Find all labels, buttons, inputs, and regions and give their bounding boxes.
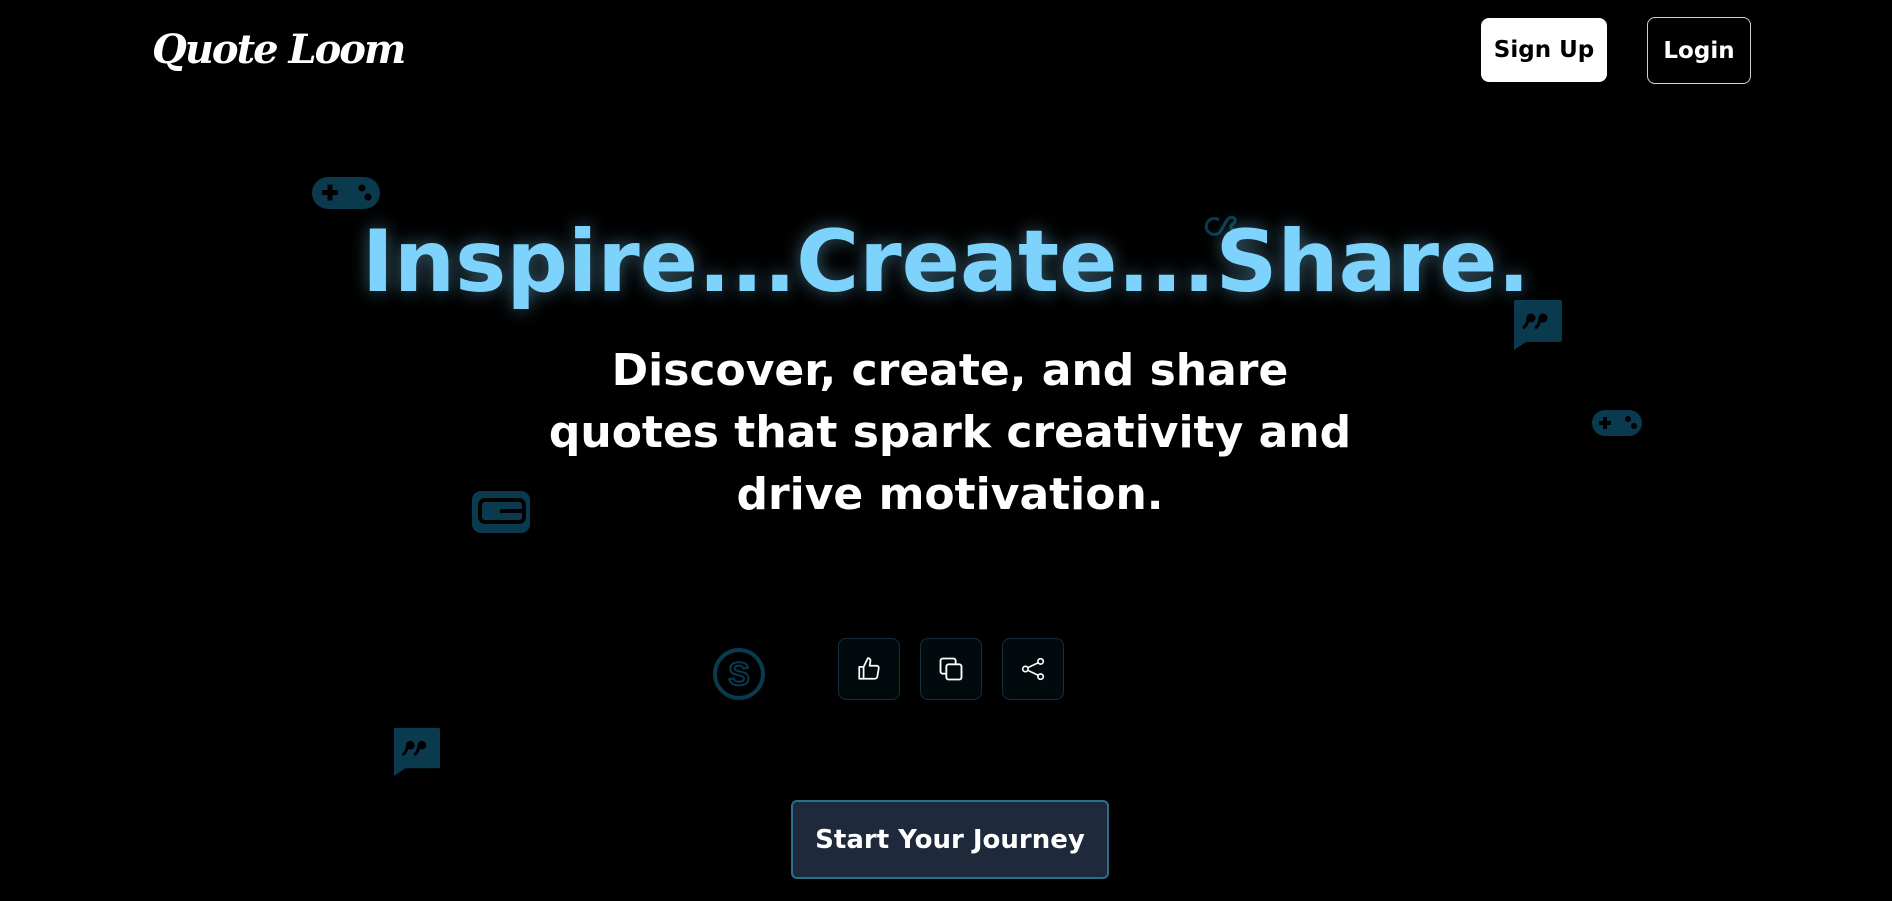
like-button[interactable] bbox=[838, 638, 900, 700]
gamepad-icon bbox=[1592, 410, 1642, 436]
svg-text:S: S bbox=[728, 656, 749, 692]
gamepad-icon bbox=[312, 177, 380, 209]
share-button[interactable] bbox=[1002, 638, 1064, 700]
copy-button[interactable] bbox=[920, 638, 982, 700]
hero-headline: Inspire...Create...Share. bbox=[361, 212, 1531, 312]
copy-icon bbox=[939, 657, 963, 681]
signup-button[interactable]: Sign Up bbox=[1481, 18, 1607, 82]
quote-bubble-icon bbox=[393, 727, 441, 776]
skype-icon: S bbox=[713, 648, 765, 700]
login-button[interactable]: Login bbox=[1647, 17, 1751, 84]
logo[interactable]: Quote Loom bbox=[152, 26, 406, 73]
hero-subheadline: Discover, create, and share quotes that … bbox=[548, 345, 1352, 520]
gameloft-icon bbox=[472, 491, 530, 533]
thumbs-up-icon bbox=[858, 657, 880, 680]
share-icon bbox=[1021, 657, 1045, 681]
quote-actions bbox=[838, 638, 1064, 700]
start-journey-button[interactable]: Start Your Journey bbox=[791, 800, 1109, 879]
